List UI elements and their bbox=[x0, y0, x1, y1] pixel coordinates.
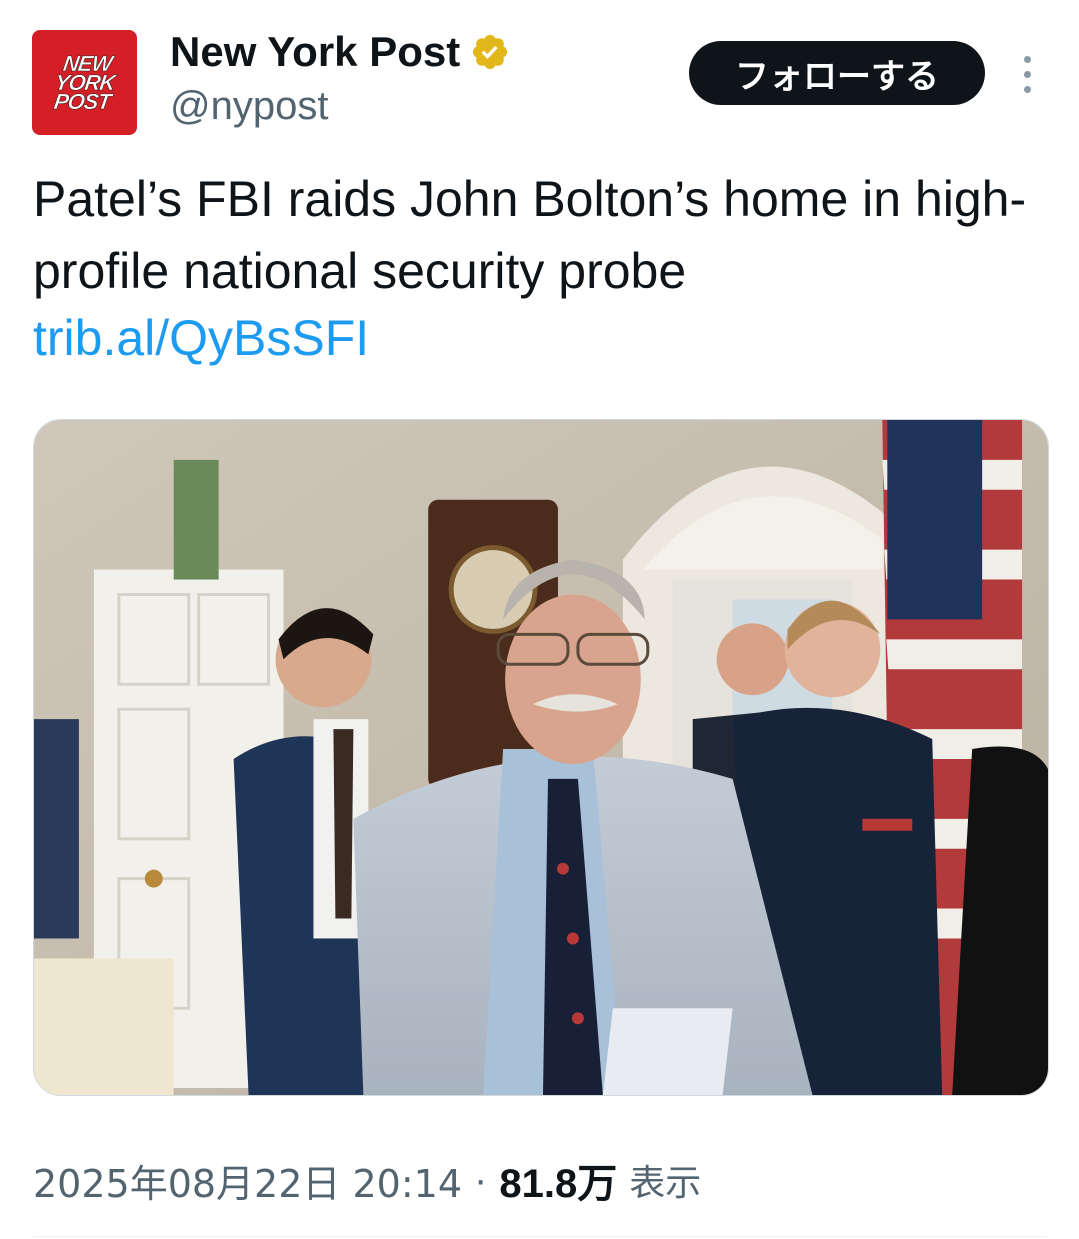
meta-separator: · bbox=[474, 1157, 488, 1202]
tweet-photo[interactable] bbox=[33, 419, 1049, 1096]
account-handle[interactable]: @nypost bbox=[170, 84, 328, 129]
follow-button[interactable]: フォローする bbox=[689, 41, 985, 105]
tweet-meta: 2025年08月22日 20:14 · 81.8万 表示 bbox=[33, 1150, 701, 1210]
tweet-link[interactable]: trib.al/QyBsSFI bbox=[33, 302, 369, 374]
views-count[interactable]: 81.8万 bbox=[499, 1151, 617, 1209]
views-label: 表示 bbox=[629, 1163, 702, 1204]
photo-image bbox=[34, 420, 1048, 1095]
tweet-timestamp[interactable]: 2025年08月22日 20:14 bbox=[33, 1153, 462, 1208]
account-name-row: New York Post bbox=[170, 26, 510, 78]
display-name[interactable]: New York Post bbox=[170, 28, 460, 76]
more-options-icon[interactable] bbox=[1010, 52, 1044, 96]
verified-badge-icon bbox=[473, 34, 508, 70]
divider bbox=[33, 1236, 1046, 1237]
avatar[interactable]: NEW YORK POST bbox=[32, 30, 137, 135]
new-york-post-logo: NEW YORK POST bbox=[52, 51, 117, 115]
tweet-text: Patel’s FBI raids John Bolton’s home in … bbox=[33, 171, 1027, 299]
